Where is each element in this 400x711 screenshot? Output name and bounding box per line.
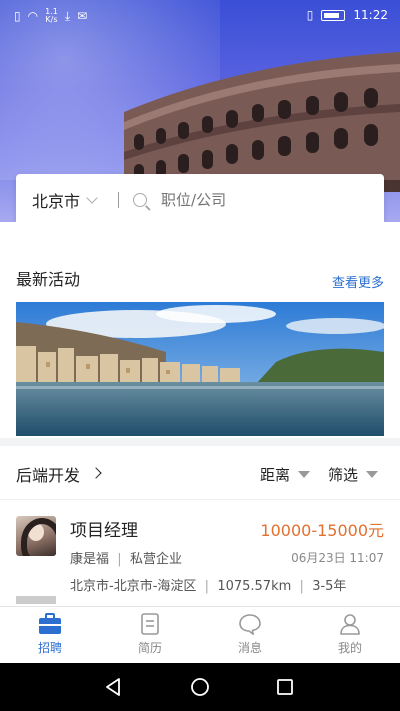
triangle-down-icon[interactable]: [366, 471, 378, 478]
wechat-icon: ✉: [77, 9, 88, 23]
job-title: 项目经理: [70, 521, 138, 541]
recent-apps-icon[interactable]: [276, 677, 294, 697]
tab-label: 我的: [337, 641, 362, 655]
search-icon: [133, 193, 148, 207]
job-card[interactable]: 项目经理 10000-15000元 康是福 | 私营企业 06月23日 11:0…: [0, 500, 400, 600]
avatar: [16, 516, 56, 556]
see-more-link[interactable]: 查看更多: [332, 272, 384, 291]
status-bar: ▯ ◠ 1.1 K/s ⤓ ✉ ▯ 11:22: [0, 0, 400, 30]
tab-resume[interactable]: 简历: [100, 607, 200, 663]
sim-icon: ▯: [14, 9, 21, 23]
job-location-info: 北京市-北京市-海淀区 | 1075.57km | 3-5年: [70, 579, 347, 594]
chevron-right-icon[interactable]: [90, 467, 102, 479]
tab-messages[interactable]: 消息: [200, 607, 300, 663]
filter-button[interactable]: 筛选: [328, 464, 358, 485]
job-experience: 3-5年: [312, 579, 347, 594]
list-item: [0, 596, 400, 606]
job-distance: 1075.57km: [217, 579, 292, 594]
back-icon[interactable]: [104, 677, 122, 697]
job-location: 北京市-北京市-海淀区: [70, 579, 197, 594]
post-date: 06月23日 11:07: [291, 551, 384, 565]
city-selector[interactable]: 北京市: [32, 188, 80, 212]
tab-label: 消息: [237, 641, 262, 655]
banner-image: [16, 302, 384, 436]
category-selector[interactable]: 后端开发: [16, 462, 80, 486]
triangle-down-icon[interactable]: [298, 471, 310, 478]
tab-profile[interactable]: 我的: [300, 607, 400, 663]
search-input[interactable]: [159, 190, 360, 210]
activity-banner[interactable]: [16, 302, 384, 436]
wifi-icon: ◠: [27, 9, 39, 23]
jobs-section: 后端开发 距离 筛选 项目经理 10000-15000元 康是福 | 私营企业 …: [0, 446, 400, 606]
company-name: 康是福: [70, 552, 110, 567]
divider: [118, 192, 120, 208]
clock: 11:22: [353, 8, 388, 22]
battery-icon: [321, 9, 346, 21]
company-type: 私营企业: [129, 552, 182, 567]
person-icon: [340, 614, 360, 635]
sort-distance[interactable]: 距离: [260, 464, 290, 485]
download-icon: ⤓: [64, 8, 71, 23]
search-card: 北京市: [16, 174, 384, 226]
briefcase-icon: [39, 613, 61, 634]
net-speed-unit: K/s: [45, 15, 58, 24]
jobs-header: 后端开发 距离 筛选: [0, 446, 400, 500]
colosseum-image: [124, 52, 400, 192]
tab-label: 简历: [137, 641, 162, 655]
vibrate-icon: ▯: [306, 8, 314, 22]
chat-bubble-icon: [239, 614, 261, 635]
tab-recruit[interactable]: 招聘: [0, 607, 100, 663]
activities-section: 最新活动 查看更多: [0, 222, 400, 438]
chevron-down-icon[interactable]: [86, 192, 98, 204]
bottom-tab-bar: 招聘 简历 消息 我的: [0, 606, 400, 663]
system-navigation-bar: [0, 663, 400, 711]
document-icon: [141, 613, 159, 635]
salary: 10000-15000元: [260, 521, 384, 540]
section-title: 最新活动: [16, 270, 81, 289]
company-info: 康是福 | 私营企业: [70, 552, 182, 567]
tab-label: 招聘: [37, 641, 62, 655]
home-icon[interactable]: [190, 677, 210, 697]
